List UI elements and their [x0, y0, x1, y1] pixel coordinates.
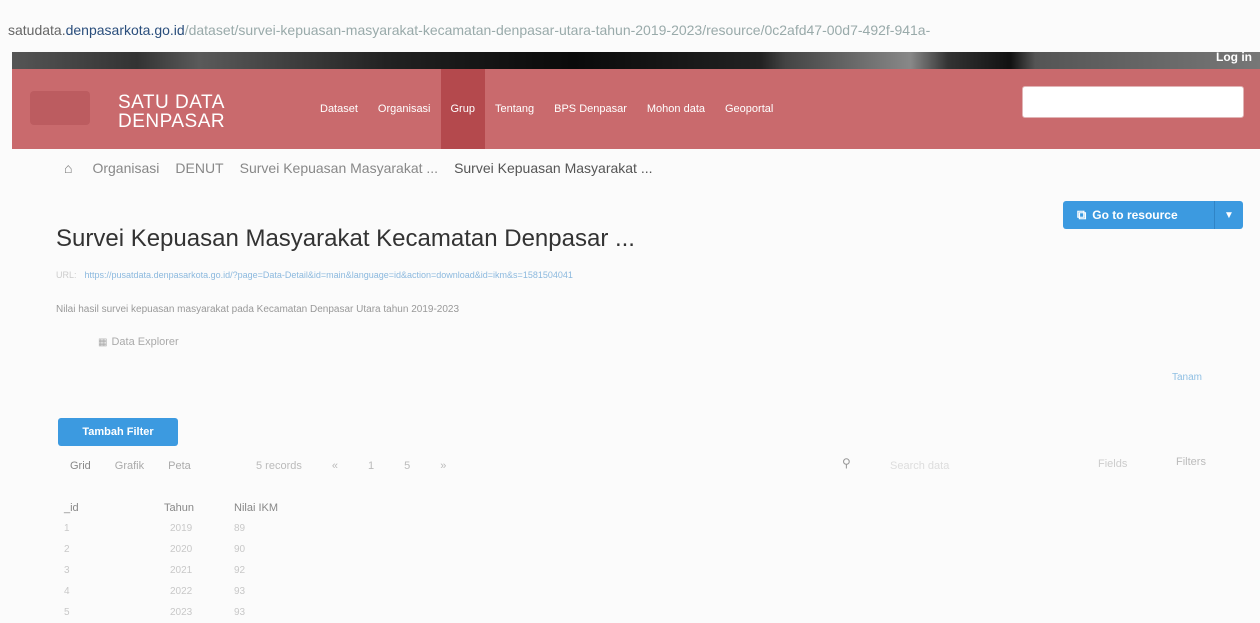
login-link[interactable]: Log in	[1216, 50, 1252, 64]
cell-id: 1	[64, 523, 70, 534]
data-explorer-tab[interactable]: ▦ Data Explorer	[98, 336, 179, 348]
breadcrumb-organization[interactable]: DENUT	[175, 160, 223, 176]
view-graph-button[interactable]: Grafik	[115, 460, 144, 472]
view-switcher: Grid Grafik Peta	[70, 460, 215, 472]
cell-tahun: 2019	[170, 523, 193, 534]
site-brand[interactable]: SATU DATA DENPASAR	[118, 93, 225, 131]
column-tahun[interactable]: Tahun	[148, 498, 234, 518]
cell-tahun: 2021	[170, 565, 193, 576]
page-title: Survei Kepuasan Masyarakat Kecamatan Den…	[56, 225, 635, 252]
home-icon[interactable]: ⌂	[64, 160, 72, 176]
account-bar: Log in	[12, 50, 1260, 69]
url-text[interactable]: satudata.denpasarkota.go.id/dataset/surv…	[8, 22, 930, 38]
cell-nilai-ikm: 93	[234, 586, 246, 597]
nav-organisasi[interactable]: Organisasi	[368, 69, 441, 149]
grid-search-input[interactable]: Search data	[890, 460, 949, 472]
table-header-row: _id Tahun Nilai IKM	[62, 498, 314, 518]
add-filter-button[interactable]: Tambah Filter	[58, 418, 178, 446]
table-row: 5 2023 93	[62, 602, 314, 623]
caret-down-icon[interactable]: ▼	[1214, 201, 1243, 229]
site-search-input[interactable]	[1022, 86, 1244, 118]
go-to-resource-button[interactable]: ⧉ Go to resource ▼	[1063, 201, 1243, 229]
cell-nilai-ikm: 89	[234, 523, 246, 534]
fields-toggle[interactable]: Fields	[1098, 458, 1127, 470]
data-grid: _id Tahun Nilai IKM 1 2019 89 2 2020 90 …	[62, 498, 314, 623]
pager-from[interactable]: 1	[368, 460, 374, 472]
cell-id: 4	[64, 586, 70, 597]
breadcrumb-resource[interactable]: Survei Kepuasan Masyarakat ...	[454, 160, 652, 176]
resource-url: URL: https://pusatdata.denpasarkota.go.id…	[56, 270, 573, 280]
nav-mohon-data[interactable]: Mohon data	[637, 69, 715, 149]
cell-tahun: 2023	[170, 607, 193, 618]
go-to-resource-label: Go to resource	[1092, 208, 1178, 222]
table-row: 1 2019 89	[62, 518, 314, 539]
breadcrumb-dataset[interactable]: Survei Kepuasan Masyarakat ...	[240, 160, 438, 176]
cell-id: 5	[64, 607, 70, 618]
nav-bps-denpasar[interactable]: BPS Denpasar	[544, 69, 637, 149]
cell-id: 3	[64, 565, 70, 576]
breadcrumb-organisasi[interactable]: Organisasi	[92, 160, 159, 176]
data-explorer-label: Data Explorer	[111, 336, 179, 348]
column-id[interactable]: _id	[62, 498, 148, 518]
view-grid-button[interactable]: Grid	[70, 460, 91, 472]
brand-line-2: DENPASAR	[118, 111, 226, 132]
table-icon: ▦	[98, 337, 108, 348]
breadcrumb: ⌂ Organisasi DENUT Survei Kepuasan Masya…	[64, 160, 669, 176]
table-row: 3 2021 92	[62, 560, 314, 581]
nav-grup[interactable]: Grup	[440, 69, 485, 149]
pager-to[interactable]: 5	[404, 460, 410, 472]
external-link-icon: ⧉	[1077, 207, 1087, 222]
brand-line-1: SATU DATA	[118, 92, 225, 113]
resource-url-link[interactable]: https://pusatdata.denpasarkota.go.id/?pa…	[85, 270, 573, 280]
cell-id: 2	[64, 544, 70, 555]
table-row: 4 2022 93	[62, 581, 314, 602]
resource-url-label: URL:	[56, 270, 77, 280]
column-nilai-ikm[interactable]: Nilai IKM	[234, 498, 314, 518]
pager-prev[interactable]: «	[332, 460, 338, 472]
search-icon[interactable]: ⚲	[842, 456, 851, 470]
table-row: 2 2020 90	[62, 539, 314, 560]
main-nav: Dataset Organisasi Grup Tentang BPS Denp…	[310, 69, 783, 149]
url-prefix: satudata.	[8, 22, 66, 38]
nav-tentang[interactable]: Tentang	[485, 69, 544, 149]
pager-next[interactable]: »	[440, 460, 446, 472]
url-path: /dataset/survei-kepuasan-masyarakat-keca…	[184, 22, 931, 38]
site-logo-icon[interactable]	[30, 91, 90, 125]
view-map-button[interactable]: Peta	[168, 460, 191, 472]
cell-tahun: 2022	[170, 586, 193, 597]
pager: 5 records « 1 5 »	[256, 460, 476, 472]
cell-nilai-ikm: 93	[234, 607, 246, 618]
nav-dataset[interactable]: Dataset	[310, 69, 368, 149]
url-domain: denpasarkota.go.id	[65, 22, 185, 38]
browser-url-bar[interactable]: satudata.denpasarkota.go.id/dataset/surv…	[0, 0, 1260, 52]
embed-link[interactable]: Tanam	[1172, 372, 1202, 383]
masthead: SATU DATA DENPASAR Dataset Organisasi Gr…	[12, 69, 1260, 149]
cell-nilai-ikm: 90	[234, 544, 246, 555]
record-count: 5 records	[256, 460, 302, 472]
nav-geoportal[interactable]: Geoportal	[715, 69, 783, 149]
filters-toggle[interactable]: Filters	[1176, 456, 1206, 468]
cell-nilai-ikm: 92	[234, 565, 246, 576]
resource-description: Nilai hasil survei kepuasan masyarakat p…	[56, 304, 460, 315]
cell-tahun: 2020	[170, 544, 193, 555]
